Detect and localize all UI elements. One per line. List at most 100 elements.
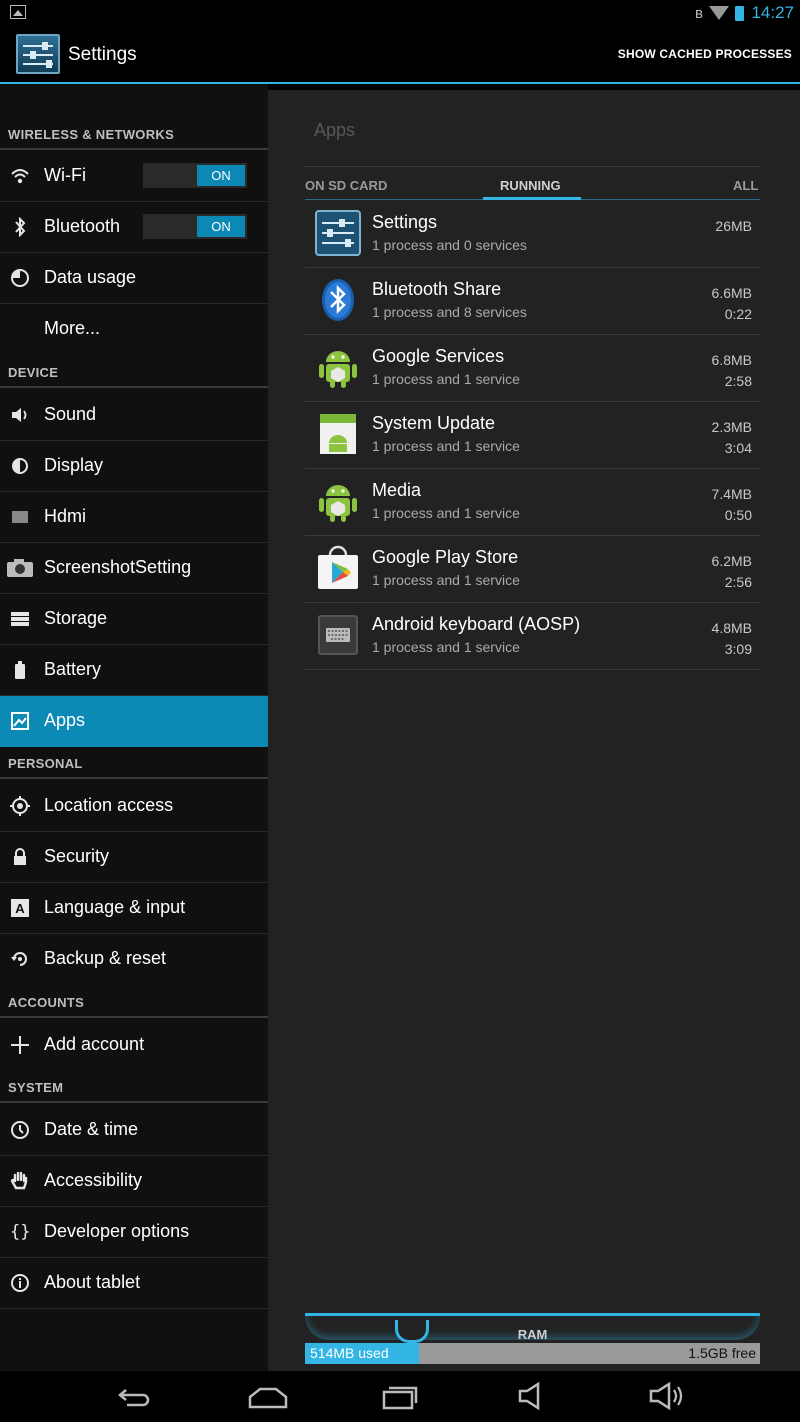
app-runtime: 2:56 [724, 574, 752, 590]
sidebar-item-label: Location access [44, 795, 174, 815]
storage-icon [10, 609, 30, 629]
app-process-info: 1 process and 1 service [372, 371, 520, 387]
app-runtime: 3:09 [724, 641, 752, 657]
wifi-icon [10, 166, 30, 186]
lock-icon [10, 847, 30, 867]
brightness-icon [10, 456, 30, 476]
apps-panel: Apps ON SD CARD RUNNING ALL Settings 1 p… [268, 90, 800, 1371]
sidebar-item-hdmi[interactable]: Hdmi [0, 492, 268, 543]
tab-all[interactable]: ALL [733, 178, 758, 193]
sidebar-item-label: Battery [44, 659, 102, 679]
sidebar-item-apps[interactable]: Apps [0, 696, 268, 747]
sidebar-item-storage[interactable]: Storage [0, 594, 268, 645]
sidebar-item-label: Sound [44, 404, 97, 424]
app-runtime: 0:22 [724, 306, 752, 322]
page-title: Settings [68, 44, 137, 65]
app-name: Google Play Store [372, 547, 519, 567]
sidebar-item-label: Security [44, 846, 110, 866]
sidebar-item-language-input[interactable]: A Language & input [0, 883, 268, 934]
language-icon: A [10, 898, 30, 918]
app-name: Android keyboard (AOSP) [372, 614, 581, 634]
status-bar: ʙ 14:27 [0, 0, 800, 27]
sidebar-item-display[interactable]: Display [0, 441, 268, 492]
plus-icon [10, 1035, 30, 1055]
wifi-toggle[interactable]: ON [143, 163, 247, 188]
sidebar-item-date-time[interactable]: Date & time [0, 1105, 268, 1156]
ram-usage-meter: RAM 514MB used 1.5GB free [305, 1310, 760, 1366]
section-title: Apps [314, 120, 356, 140]
sidebar-item-label: About tablet [44, 1272, 141, 1292]
back-icon[interactable] [113, 1381, 153, 1411]
sidebar-item-about-tablet[interactable]: About tablet [0, 1258, 268, 1309]
sidebar-item-sound[interactable]: Sound [0, 390, 268, 441]
sidebar-item-label: Backup & reset [44, 948, 167, 968]
divider [0, 1016, 268, 1018]
info-icon [10, 1273, 30, 1293]
home-icon[interactable] [246, 1381, 290, 1411]
bluetooth-toggle[interactable]: ON [143, 214, 247, 239]
clock-icon [10, 1120, 30, 1140]
system-update-icon [315, 411, 361, 457]
app-memory: 7.4MB [711, 486, 752, 502]
clock: 14:27 [751, 3, 794, 22]
recents-icon[interactable] [380, 1381, 420, 1411]
settings-app-icon[interactable] [16, 34, 60, 74]
sidebar-item-location-access[interactable]: Location access [0, 781, 268, 832]
app-row-google-services[interactable]: Google Services 1 process and 1 service … [305, 335, 760, 402]
section-header-device: DEVICE [8, 365, 59, 380]
sidebar-item-backup-reset[interactable]: Backup & reset [0, 934, 268, 982]
sidebar-item-add-account[interactable]: Add account [0, 1020, 268, 1068]
app-row-media[interactable]: Media 1 process and 1 service 7.4MB 0:50 [305, 469, 760, 536]
sidebar-item-screenshot-setting[interactable]: ScreenshotSetting [0, 543, 268, 594]
divider [0, 148, 268, 150]
sidebar-item-label: Bluetooth [44, 216, 121, 236]
hdmi-icon [10, 507, 30, 527]
sidebar-item-label: Accessibility [44, 1170, 143, 1190]
sidebar-item-more[interactable]: More... [0, 304, 268, 352]
volume-up-icon[interactable] [647, 1381, 687, 1411]
sidebar-item-label: Apps [44, 710, 86, 730]
backup-icon [10, 949, 30, 969]
app-runtime: 2:58 [724, 373, 752, 389]
app-row-system-update[interactable]: System Update 1 process and 1 service 2.… [305, 402, 760, 469]
app-runtime: 0:50 [724, 507, 752, 523]
ram-used-text: 514MB used [310, 1345, 389, 1361]
divider [305, 166, 760, 167]
sidebar-item-bluetooth[interactable]: Bluetooth ON [0, 202, 268, 253]
hand-icon [10, 1171, 30, 1191]
app-memory: 6.8MB [711, 352, 752, 368]
sidebar-item-security[interactable]: Security [0, 832, 268, 883]
bluetooth-status-icon: ʙ [695, 4, 703, 22]
app-row-bluetooth-share[interactable]: Bluetooth Share 1 process and 8 services… [305, 268, 760, 335]
show-cached-processes-button[interactable]: SHOW CACHED PROCESSES [618, 47, 792, 61]
app-process-info: 1 process and 1 service [372, 438, 520, 454]
system-navigation-bar [0, 1371, 800, 1422]
tab-on-sd-card[interactable]: ON SD CARD [305, 178, 387, 193]
play-store-icon [315, 545, 361, 591]
divider [0, 777, 268, 779]
app-name: Google Services [372, 346, 505, 366]
app-memory: 6.6MB [711, 285, 752, 301]
app-runtime: 3:04 [724, 440, 752, 456]
sidebar-item-data-usage[interactable]: Data usage [0, 253, 268, 304]
android-icon [315, 478, 361, 524]
app-row-google-play-store[interactable]: Google Play Store 1 process and 1 servic… [305, 536, 760, 603]
volume-down-icon[interactable] [514, 1381, 554, 1411]
settings-app-icon [315, 210, 361, 256]
bluetooth-share-icon [315, 277, 361, 323]
sidebar-item-label: ScreenshotSetting [44, 557, 192, 577]
apps-icon [10, 711, 30, 731]
app-memory: 6.2MB [711, 553, 752, 569]
sidebar-item-accessibility[interactable]: Accessibility [0, 1156, 268, 1207]
app-row-settings[interactable]: Settings 1 process and 0 services 26MB [305, 201, 760, 268]
section-header-accounts: ACCOUNTS [8, 995, 85, 1010]
sidebar-item-developer-options[interactable]: {} Developer options [0, 1207, 268, 1258]
tab-running[interactable]: RUNNING [500, 178, 561, 193]
sidebar-item-label: Storage [44, 608, 108, 628]
app-row-android-keyboard[interactable]: Android keyboard (AOSP) 1 process and 1 … [305, 603, 760, 670]
divider [0, 386, 268, 388]
section-header-system: SYSTEM [8, 1080, 64, 1095]
sidebar-item-battery[interactable]: Battery [0, 645, 268, 696]
battery-icon [10, 660, 30, 680]
sidebar-item-wifi[interactable]: Wi-Fi ON [0, 151, 268, 202]
